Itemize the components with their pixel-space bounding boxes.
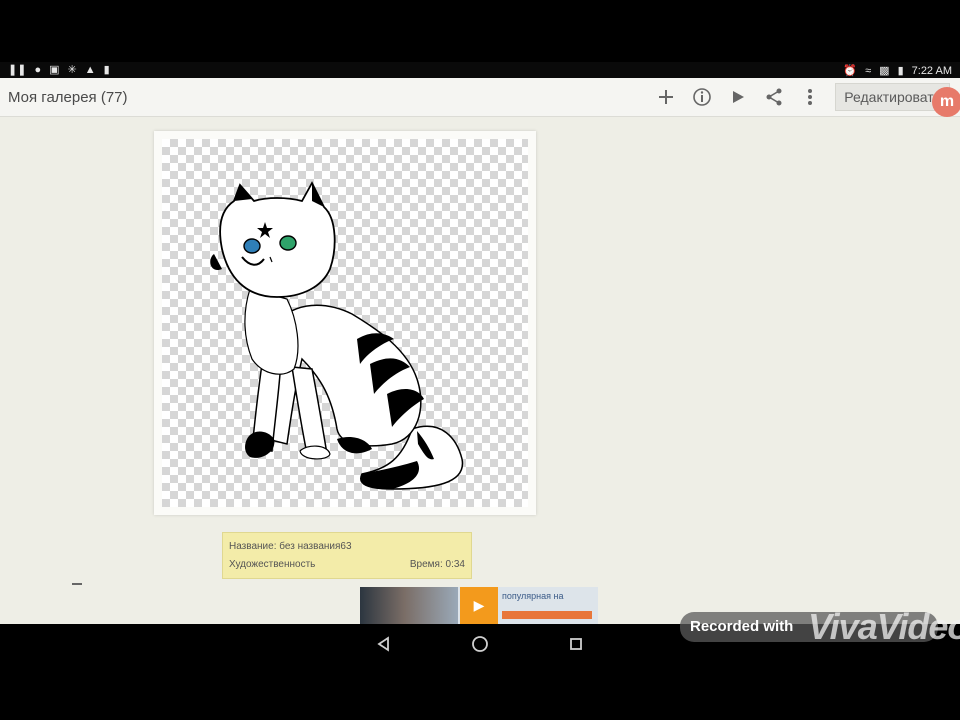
info-icon[interactable] [691, 86, 713, 108]
artwork-canvas [162, 139, 528, 507]
play-icon[interactable] [727, 86, 749, 108]
status-time: 7:22 AM [911, 64, 952, 77]
alarm-icon: ⏰ [843, 65, 858, 77]
plus-icon[interactable] [655, 86, 677, 108]
cat-drawing [210, 181, 464, 490]
signal-icon: ▲ [84, 64, 96, 76]
wifi-icon: ≈ [865, 64, 872, 77]
ad-banner[interactable]: ▶ популярная на [360, 587, 598, 624]
wrench-icon: ✳ [67, 64, 77, 76]
status-icons-left: ❚❚ ● ▣ ✳ ▲ ▮ [8, 64, 110, 76]
image-icon: ▣ [49, 64, 60, 76]
more-icon[interactable] [799, 86, 821, 108]
battery-icon: ▮ [103, 64, 110, 76]
ad-text: популярная на [502, 591, 564, 601]
video-icon: ▶ [460, 587, 498, 624]
status-icons-right: ⏰ ≈ ▩ ▮ 7:22 AM [843, 64, 952, 78]
side-badge[interactable]: m [932, 87, 960, 117]
page-title: Моя галерея (77) [8, 89, 128, 106]
recents-icon[interactable] [564, 632, 588, 656]
status-bar: ❚❚ ● ▣ ✳ ▲ ▮ ⏰ ≈ ▩ ▮ 7:22 AM [0, 62, 960, 78]
divider [72, 583, 82, 585]
letterbox-top [0, 0, 960, 62]
artwork-title: Название: без названия63 [229, 541, 352, 552]
share-icon[interactable] [763, 86, 785, 108]
artwork-info-card: Название: без названия63 Художественност… [222, 532, 472, 579]
sim-icon: ▩ [879, 65, 890, 77]
ad-button[interactable] [502, 611, 592, 619]
app-actions: Редактировать [655, 83, 950, 111]
artwork-subtitle: Художественность [229, 559, 316, 570]
recorded-label: Recorded with [690, 618, 794, 635]
back-icon[interactable] [372, 632, 396, 656]
watermark: VivaVideo [808, 606, 960, 647]
chat-icon: ● [34, 64, 42, 76]
battery-icon: ▮ [897, 65, 904, 77]
pause-icon: ❚❚ [8, 64, 27, 76]
artwork-frame[interactable] [154, 131, 536, 515]
app-bar: Моя галерея (77) Редактировать [0, 78, 960, 117]
gallery-content: Название: без названия63 Художественност… [0, 117, 960, 624]
ad-image [360, 587, 458, 624]
home-icon[interactable] [468, 632, 492, 656]
artwork-time: Время: 0:34 [409, 559, 465, 570]
